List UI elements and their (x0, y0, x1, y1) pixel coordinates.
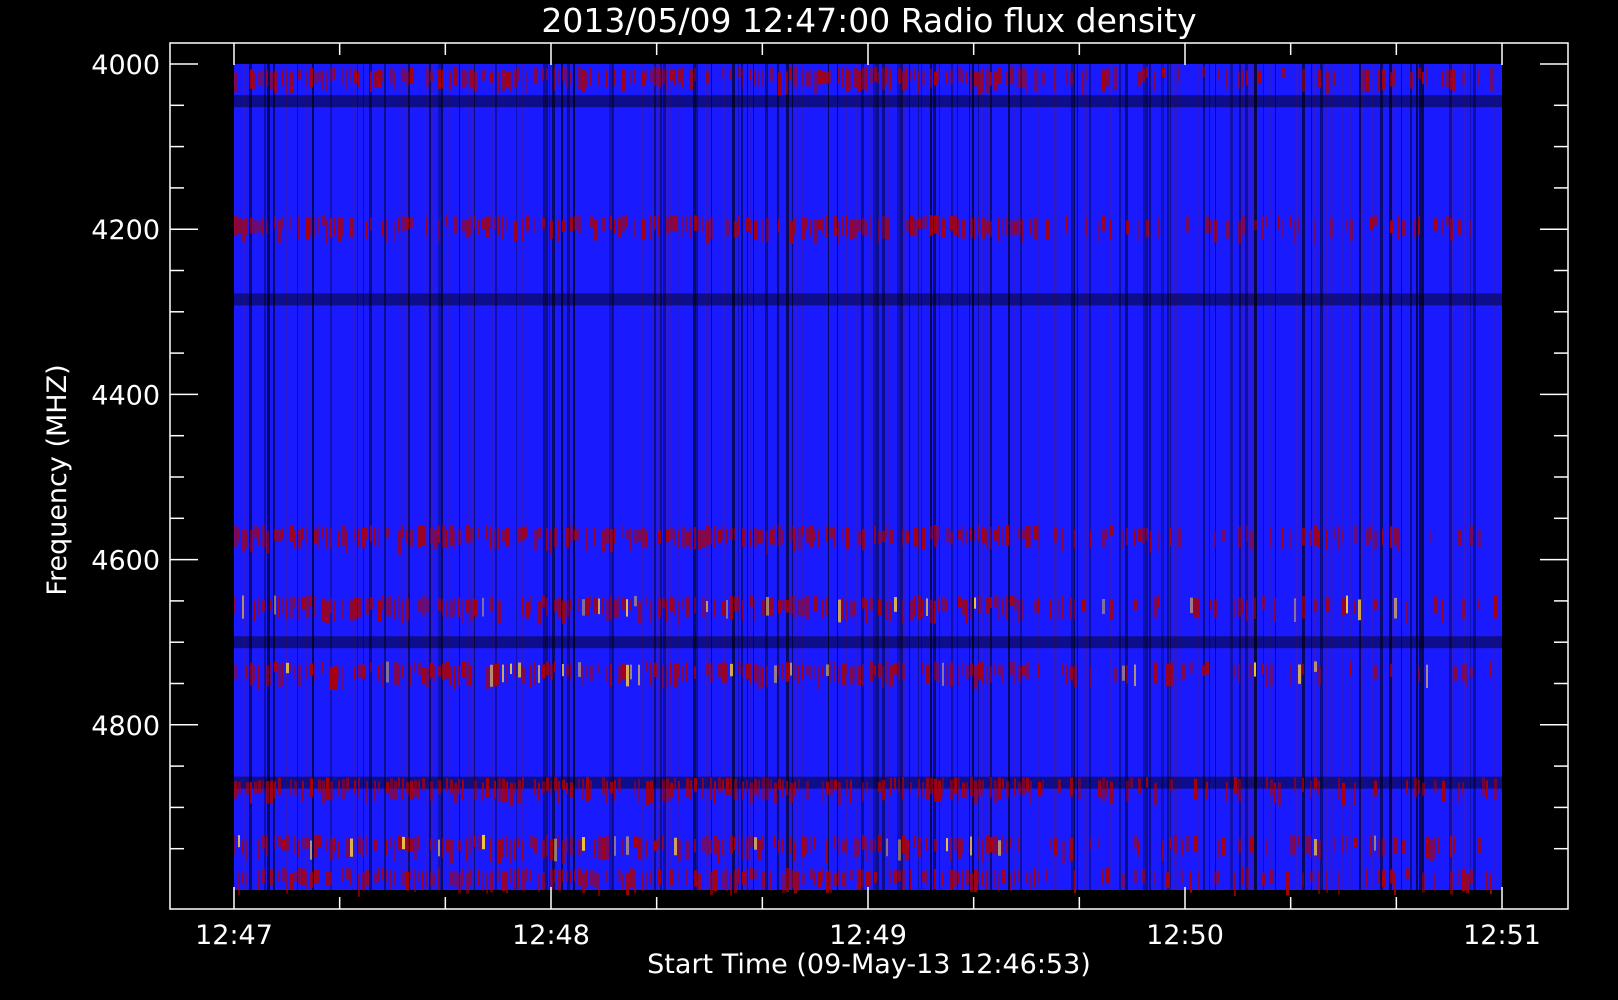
x-tick-label: 12:49 (829, 920, 907, 951)
x-tick-label: 12:51 (1463, 920, 1541, 951)
heatmap-dark-band (234, 636, 1502, 649)
x-tick-label: 12:50 (1146, 920, 1224, 951)
x-tick-label: 12:48 (512, 920, 590, 951)
chart-title: 2013/05/09 12:47:00 Radio flux density (541, 1, 1196, 40)
y-axis-label: Frequency (MHZ) (42, 364, 73, 595)
heatmap-dark-band (234, 95, 1502, 108)
heatmap-dark-band (234, 293, 1502, 306)
y-tick-label: 4400 (91, 380, 160, 411)
y-tick-label: 4000 (91, 50, 160, 81)
spectrogram-chart: 12:47 12:48 12:49 12:50 12:51 4000 4200 4400 460… (0, 0, 1618, 1000)
y-tick-label: 4800 (91, 711, 160, 742)
y-tick-label: 4600 (91, 546, 160, 577)
x-axis-label: Start Time (09-May-13 12:46:53) (647, 949, 1091, 980)
x-tick-label: 12:47 (195, 920, 273, 951)
y-tick-label: 4200 (91, 215, 160, 246)
heatmap-area (234, 64, 1502, 897)
